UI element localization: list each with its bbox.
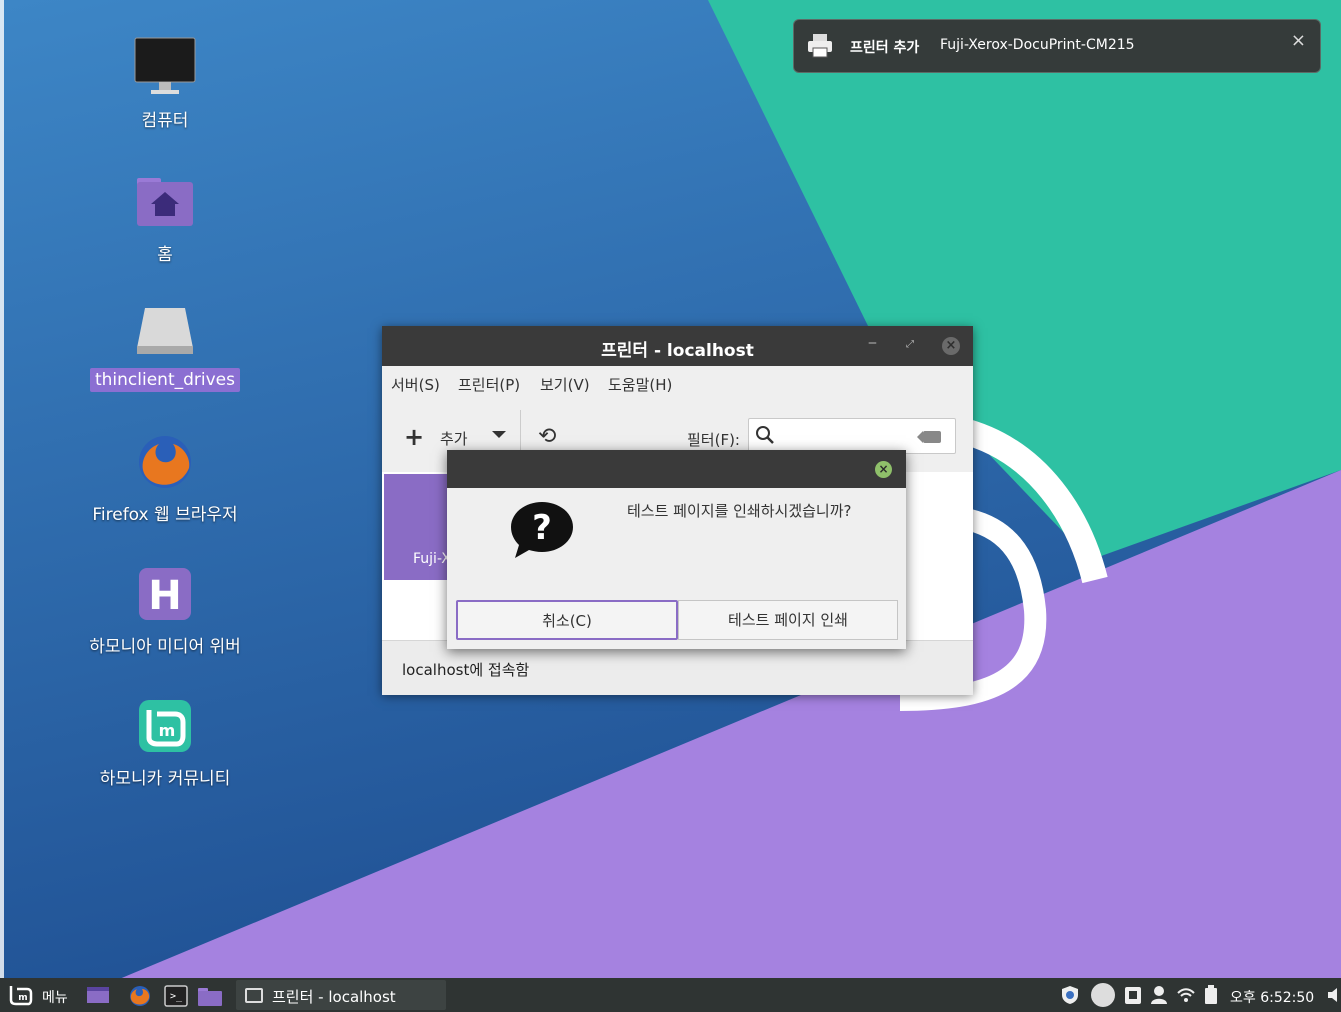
plus-icon[interactable]: + xyxy=(404,423,424,451)
notification-title: 프린터 추가 xyxy=(850,40,920,56)
clipboard-icon[interactable] xyxy=(1124,985,1142,1005)
window-title: 프린터 - localhost xyxy=(601,341,754,361)
cancel-button[interactable]: 취소(C) xyxy=(456,600,678,640)
status-text: localhost에 접속함 xyxy=(402,661,530,679)
menu-printer[interactable]: 프린터(P) xyxy=(458,374,520,395)
taskbar: m 메뉴 >_ 프린터 - localhost 오후 6:52:50 xyxy=(0,978,1341,1012)
close-icon[interactable]: × xyxy=(875,461,892,478)
desktop-icon-thinclient-drives[interactable]: thinclient_drives xyxy=(80,300,250,392)
desktop-icon-label: thinclient_drives xyxy=(89,368,240,392)
question-icon: ? xyxy=(509,500,575,560)
battery-icon[interactable] xyxy=(1204,985,1218,1005)
refresh-icon[interactable]: ⟲ xyxy=(538,424,556,449)
menu-server[interactable]: 서버(S) xyxy=(391,374,440,395)
menu-label[interactable]: 메뉴 xyxy=(42,987,68,1007)
printer-icon xyxy=(806,32,834,60)
menu-logo-icon[interactable]: m xyxy=(8,983,34,1007)
show-desktop-icon[interactable] xyxy=(86,985,110,1005)
menubar: 서버(S) 프린터(P) 보기(V) 도움말(H) xyxy=(382,366,973,400)
desktop-icon-media-weaver[interactable]: H 하모니아 미디어 위버 xyxy=(80,562,250,659)
notification-body: Fuji-Xerox-DocuPrint-CM215 xyxy=(940,37,1135,53)
notification-popup[interactable]: 프린터 추가 Fuji-Xerox-DocuPrint-CM215 × xyxy=(793,19,1321,73)
minimize-icon[interactable]: ‒ xyxy=(868,335,877,351)
community-icon: m xyxy=(133,694,197,758)
svg-text:?: ? xyxy=(532,508,552,548)
desktop-icon-community[interactable]: m 하모니카 커뮤니티 xyxy=(80,694,250,791)
maximize-icon[interactable]: ⤢ xyxy=(906,339,914,350)
folder-icon[interactable] xyxy=(197,985,222,1006)
status-circle-icon[interactable] xyxy=(1090,982,1116,1007)
test-page-dialog: × ? 테스트 페이지를 인쇄하시겠습니까? 취소(C) 테스트 페이지 인쇄 xyxy=(447,450,906,649)
svg-text:>_: >_ xyxy=(170,991,183,1002)
home-folder-icon xyxy=(133,170,197,234)
printer-item-label: Fuji-X xyxy=(413,551,451,567)
wifi-icon[interactable] xyxy=(1176,985,1196,1005)
desktop-icon-label: 컴퓨터 xyxy=(141,111,189,131)
dialog-titlebar[interactable]: × xyxy=(447,450,906,488)
desktop-icon-computer[interactable]: 컴퓨터 xyxy=(80,36,250,133)
filter-input[interactable] xyxy=(748,418,956,454)
svg-text:m: m xyxy=(159,721,176,740)
close-icon[interactable]: × xyxy=(942,337,960,355)
add-button-label[interactable]: 추가 xyxy=(440,428,468,449)
desktop-icon-label: 하모니아 미디어 위버 xyxy=(89,637,241,657)
notification-close-button[interactable]: × xyxy=(1291,30,1306,51)
terminal-icon[interactable]: >_ xyxy=(164,985,188,1007)
dialog-message: 테스트 페이지를 인쇄하시겠습니까? xyxy=(627,502,852,520)
clock[interactable]: 오후 6:52:50 xyxy=(1230,987,1314,1007)
drive-icon xyxy=(133,300,197,364)
taskbar-window-button[interactable]: 프린터 - localhost xyxy=(236,980,446,1010)
svg-text:m: m xyxy=(18,993,27,1003)
filter-label: 필터(F): xyxy=(687,431,740,449)
desktop-icon-label: 홈 xyxy=(157,245,173,265)
monitor-icon xyxy=(133,36,197,100)
firefox-icon xyxy=(133,430,197,494)
svg-text:H: H xyxy=(148,573,181,619)
chevron-down-icon[interactable] xyxy=(492,431,506,438)
clear-icon[interactable] xyxy=(917,431,941,443)
menu-help[interactable]: 도움말(H) xyxy=(608,374,672,395)
shield-icon[interactable] xyxy=(1060,985,1080,1005)
taskbar-window-label: 프린터 - localhost xyxy=(272,988,396,1006)
desktop-icon-home[interactable]: 홈 xyxy=(80,170,250,267)
window-titlebar[interactable]: 프린터 - localhost ‒ ⤢ × xyxy=(382,326,973,366)
window-icon xyxy=(245,988,263,1003)
desktop-icon-firefox[interactable]: Firefox 웹 브라우저 xyxy=(80,430,250,527)
desktop-icon-label: 하모니카 커뮤니티 xyxy=(99,769,231,789)
search-icon xyxy=(755,425,775,449)
volume-icon[interactable] xyxy=(1327,985,1339,1005)
desktop-icon-label: Firefox 웹 브라우저 xyxy=(92,505,238,525)
user-icon[interactable] xyxy=(1150,985,1168,1005)
media-weaver-icon: H xyxy=(133,562,197,626)
print-test-page-button[interactable]: 테스트 페이지 인쇄 xyxy=(678,600,898,640)
menu-view[interactable]: 보기(V) xyxy=(540,374,590,395)
firefox-icon[interactable] xyxy=(128,985,152,1006)
